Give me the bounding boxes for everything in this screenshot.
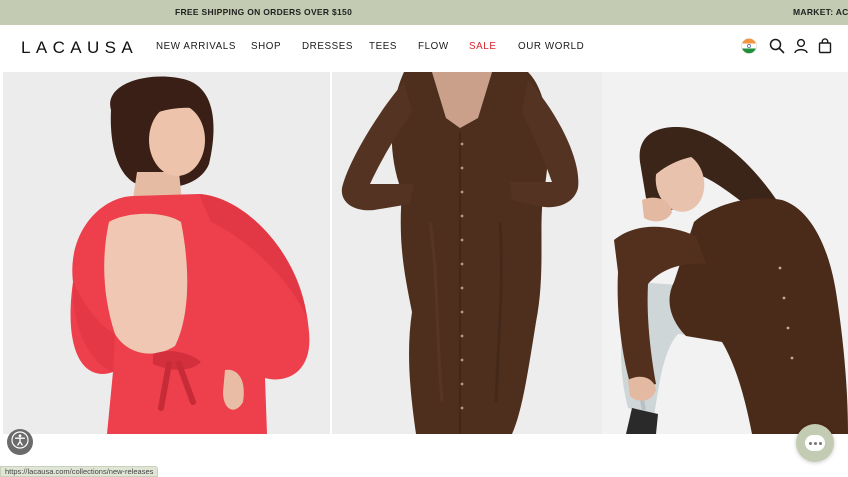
account-icon[interactable] xyxy=(792,37,810,55)
brown-dress-photo[interactable] xyxy=(332,72,602,434)
chat-icon xyxy=(805,435,825,451)
announcement-bar: FREE SHIPPING ON ORDERS OVER $150 MARKET… xyxy=(0,0,848,25)
accessibility-icon xyxy=(11,430,29,454)
link-status-bar: https://lacausa.com/collections/new-rele… xyxy=(0,466,159,477)
nav-tees[interactable]: TEES xyxy=(369,41,397,52)
india-flag-icon[interactable] xyxy=(740,37,758,55)
red-dress-photo[interactable] xyxy=(3,72,330,434)
nav-shop[interactable]: SHOP xyxy=(251,41,281,52)
brand-logo[interactable]: LACAUSA xyxy=(21,38,138,58)
nav-flow[interactable]: FLOW xyxy=(418,41,449,52)
cart-icon[interactable] xyxy=(816,37,834,55)
nav-dresses[interactable]: DRESSES xyxy=(302,41,353,52)
nav-new-arrivals[interactable]: NEW ARRIVALS xyxy=(156,41,236,52)
search-icon[interactable] xyxy=(768,37,786,55)
chat-button[interactable] xyxy=(796,424,834,462)
nav-sale[interactable]: SALE xyxy=(469,41,496,52)
nav-our-world[interactable]: OUR WORLD xyxy=(518,41,584,52)
free-shipping-text: FREE SHIPPING ON ORDERS OVER $150 xyxy=(175,7,353,17)
market-selector[interactable]: MARKET: ACC xyxy=(793,7,848,17)
accessibility-button[interactable] xyxy=(7,429,33,455)
site-header: LACAUSA NEW ARRIVALS SHOP DRESSES TEES F… xyxy=(0,25,848,72)
brown-jacket-photo[interactable] xyxy=(602,72,848,434)
